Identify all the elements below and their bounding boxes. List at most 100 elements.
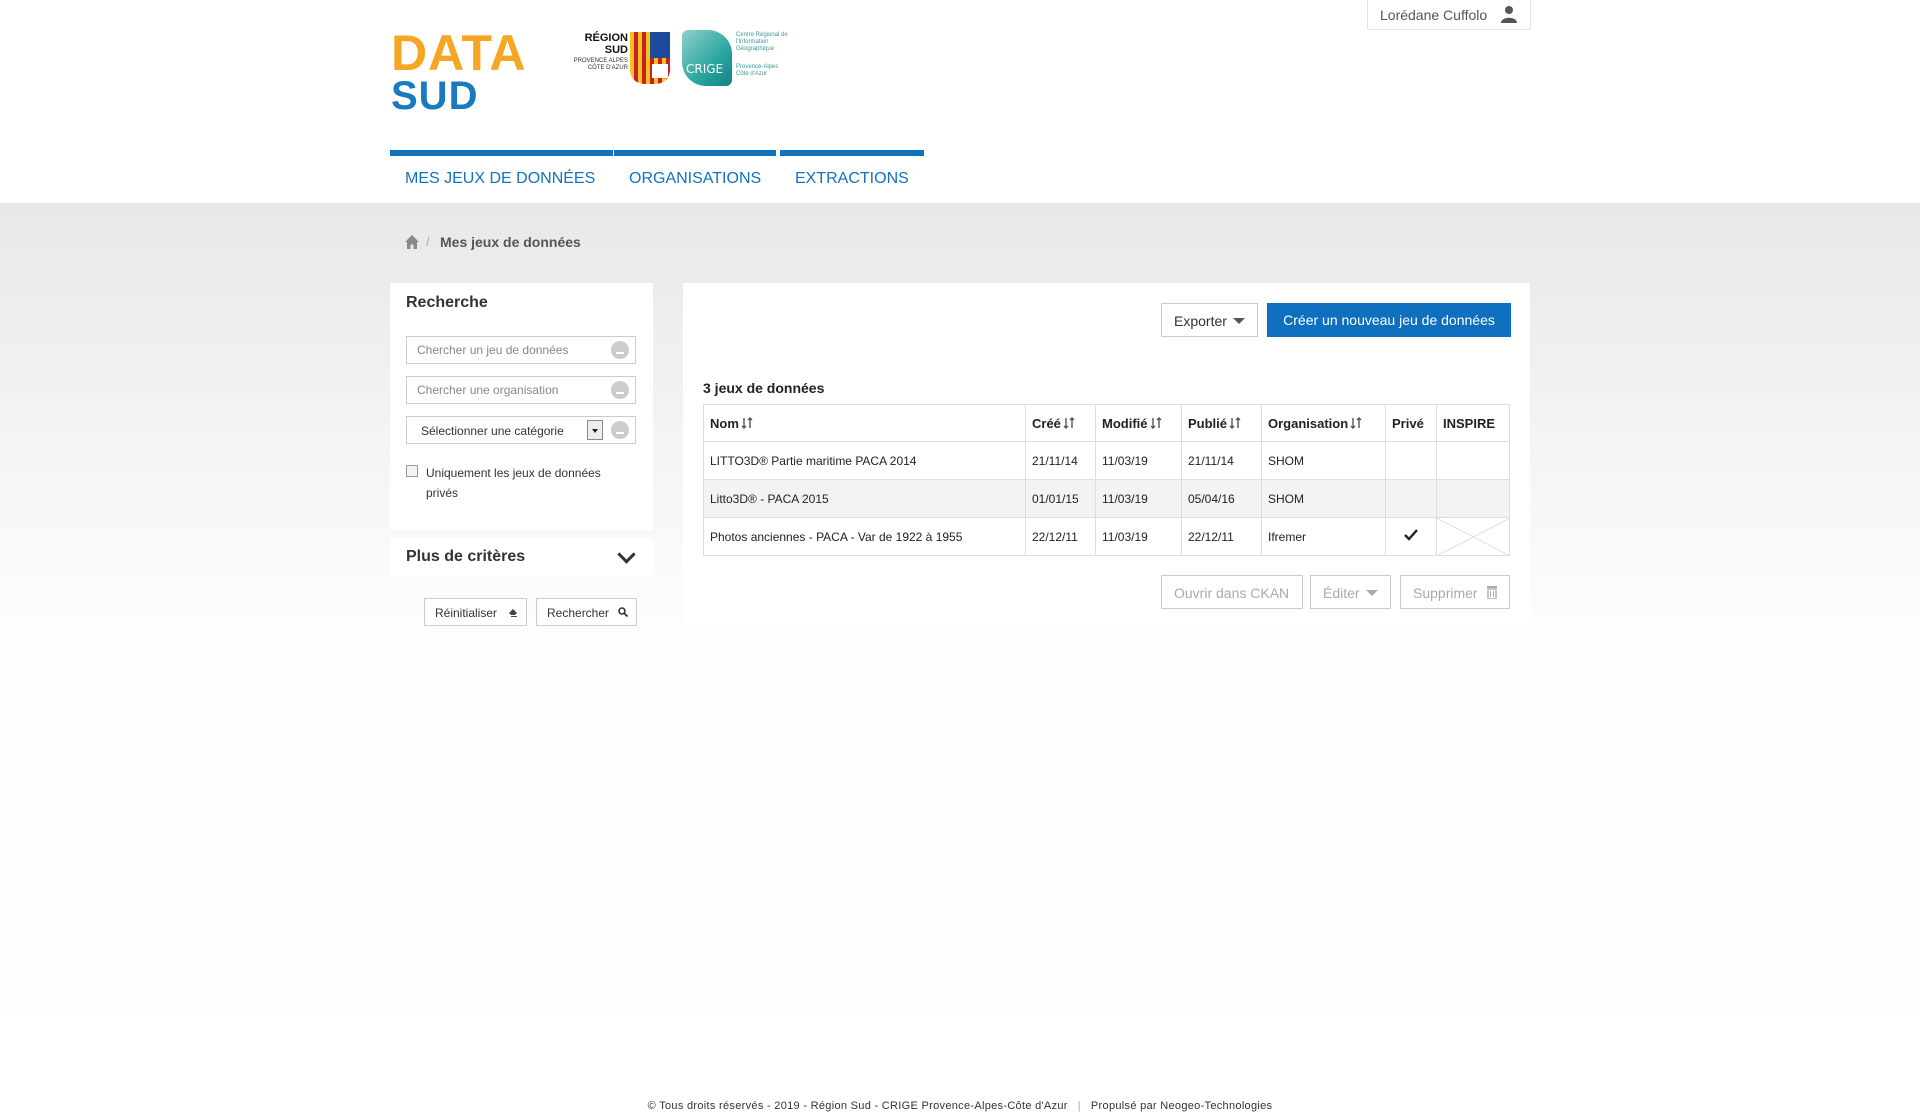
cell-name[interactable]: Photos anciennes - PACA - Var de 1922 à … xyxy=(703,517,1026,556)
user-menu[interactable]: Lorédane Cuffolo xyxy=(1367,0,1531,30)
user-icon[interactable] xyxy=(1500,5,1518,23)
cell-modified: 11/03/19 xyxy=(1095,441,1182,480)
region-sud-title: RÉGION SUD xyxy=(584,32,628,56)
caret-down-icon[interactable] xyxy=(1233,318,1245,324)
cell-created: 21/11/14 xyxy=(1025,441,1096,480)
nav-extractions-label[interactable]: EXTRACTIONS xyxy=(795,170,909,188)
cell-inspire-na xyxy=(1436,517,1510,556)
column-created-label[interactable]: Créé xyxy=(1032,416,1061,431)
cell-private xyxy=(1385,479,1437,518)
sort-icon[interactable] xyxy=(741,416,753,429)
region-sud-logo: RÉGION SUD PROVENCE ALPES CÔTE D'AZUR xyxy=(568,30,672,86)
organisation-search-field[interactable] xyxy=(406,376,636,404)
reset-button-label[interactable]: Réinitialiser xyxy=(435,606,497,620)
cell-name[interactable]: LITTO3D® Partie maritime PACA 2014 xyxy=(703,441,1026,480)
private-only-checkbox[interactable] xyxy=(406,465,418,477)
open-ckan-button[interactable]: Ouvrir dans CKAN xyxy=(1161,575,1303,609)
table-row[interactable]: Litto3D® - PACA 2015 01/01/15 11/03/19 0… xyxy=(703,479,1510,518)
breadcrumb-separator: / xyxy=(426,234,430,249)
edit-button[interactable]: Éditer xyxy=(1310,575,1391,609)
open-ckan-button-label[interactable]: Ouvrir dans CKAN xyxy=(1174,585,1289,601)
cell-name[interactable]: Litto3D® - PACA 2015 xyxy=(703,479,1026,518)
crige-description: Centre Régional de l'Information Géograp… xyxy=(736,32,788,52)
nav-my-datasets-label[interactable]: MES JEUX DE DONNÉES xyxy=(405,170,595,188)
more-criteria-title[interactable]: Plus de critères xyxy=(406,548,525,566)
logo-sud-text[interactable]: SUD xyxy=(391,76,478,116)
logo-data-text[interactable]: DATA xyxy=(391,28,526,78)
breadcrumb-current: Mes jeux de données xyxy=(440,234,581,250)
nav-organisations[interactable]: ORGANISATIONS xyxy=(614,150,776,196)
column-header-organisation[interactable]: Organisation xyxy=(1261,404,1386,442)
crige-logo: CRIGE Centre Régional de l'Information G… xyxy=(682,30,792,86)
home-icon[interactable] xyxy=(404,234,420,250)
reset-button[interactable]: Réinitialiser xyxy=(424,598,527,626)
cell-inspire xyxy=(1436,479,1510,518)
column-header-modified[interactable]: Modifié xyxy=(1095,404,1182,442)
category-clear-icon[interactable] xyxy=(611,421,629,439)
datasets-table: Nom Créé Modifié Publié Organisation Pri… xyxy=(703,404,1510,556)
export-button[interactable]: Exporter xyxy=(1161,303,1258,337)
column-header-name[interactable]: Nom xyxy=(703,404,1026,442)
delete-button-label[interactable]: Supprimer xyxy=(1413,585,1478,601)
category-select-value[interactable]: Sélectionner une catégorie xyxy=(421,424,564,438)
chevron-down-icon[interactable] xyxy=(617,545,636,564)
cell-created: 01/01/15 xyxy=(1025,479,1096,518)
column-modified-label[interactable]: Modifié xyxy=(1102,416,1148,431)
search-panel-title: Recherche xyxy=(406,294,488,311)
dataset-search-input[interactable] xyxy=(417,343,597,357)
organisation-search-input[interactable] xyxy=(417,383,597,397)
delete-button[interactable]: Supprimer xyxy=(1400,575,1510,609)
column-published-label[interactable]: Publié xyxy=(1188,416,1227,431)
column-inspire-label: INSPIRE xyxy=(1443,415,1496,431)
category-dropdown-arrow-icon[interactable] xyxy=(587,420,603,440)
footer-copyright: © Tous droits réservés - 2019 - Région S… xyxy=(647,1100,1068,1112)
cell-inspire xyxy=(1436,441,1510,480)
table-row[interactable]: LITTO3D® Partie maritime PACA 2014 21/11… xyxy=(703,441,1510,480)
column-header-created[interactable]: Créé xyxy=(1025,404,1096,442)
caret-down-icon[interactable] xyxy=(1366,590,1378,596)
nav-organisations-label[interactable]: ORGANISATIONS xyxy=(629,170,761,188)
category-select[interactable]: Sélectionner une catégorie xyxy=(406,416,636,444)
private-only-label[interactable]: Uniquement les jeux de données privés xyxy=(426,463,636,503)
sort-icon[interactable] xyxy=(1350,416,1362,429)
user-name[interactable]: Lorédane Cuffolo xyxy=(1380,7,1487,23)
footer-powered-by[interactable]: Propulsé par Neogeo-Technologies xyxy=(1091,1100,1272,1112)
crige-word: CRIGE xyxy=(686,62,724,76)
sort-icon[interactable] xyxy=(1150,416,1162,429)
cell-organisation: SHOM xyxy=(1261,441,1386,480)
more-criteria-panel[interactable]: Plus de critères xyxy=(390,538,653,576)
region-sud-subtitle: PROVENCE ALPES CÔTE D'AZUR xyxy=(573,58,628,71)
column-organisation-label[interactable]: Organisation xyxy=(1268,416,1348,431)
dataset-search-clear-icon[interactable] xyxy=(611,341,629,359)
sort-icon[interactable] xyxy=(1229,416,1241,429)
dataset-count: 3 jeux de données xyxy=(703,380,825,396)
table-header-row: Nom Créé Modifié Publié Organisation Pri… xyxy=(703,404,1510,442)
crige-region: Provence-Alpes Côte d'Azur xyxy=(736,64,779,77)
cell-organisation: Ifremer xyxy=(1261,517,1386,556)
nav-extractions[interactable]: EXTRACTIONS xyxy=(780,150,924,196)
nav-my-datasets[interactable]: MES JEUX DE DONNÉES xyxy=(390,150,613,196)
cell-published: 21/11/14 xyxy=(1181,441,1262,480)
check-icon xyxy=(1404,529,1418,541)
edit-button-label[interactable]: Éditer xyxy=(1323,585,1360,601)
create-dataset-button[interactable]: Créer un nouveau jeu de données xyxy=(1267,303,1511,337)
table-row[interactable]: Photos anciennes - PACA - Var de 1922 à … xyxy=(703,517,1510,556)
column-header-published[interactable]: Publié xyxy=(1181,404,1262,442)
search-button-label[interactable]: Rechercher xyxy=(547,606,609,620)
trash-icon[interactable] xyxy=(1487,585,1497,599)
cell-created: 22/12/11 xyxy=(1025,517,1096,556)
cell-published: 22/12/11 xyxy=(1181,517,1262,556)
export-button-label[interactable]: Exporter xyxy=(1174,313,1227,329)
cell-organisation: SHOM xyxy=(1261,479,1386,518)
sort-icon[interactable] xyxy=(1063,416,1075,429)
column-header-inspire: INSPIRE xyxy=(1436,404,1510,442)
column-name-label[interactable]: Nom xyxy=(710,416,739,431)
cell-modified: 11/03/19 xyxy=(1095,479,1182,518)
organisation-search-clear-icon[interactable] xyxy=(611,381,629,399)
footer-separator: | xyxy=(1077,1100,1081,1112)
search-button[interactable]: Rechercher xyxy=(536,598,637,626)
cell-private xyxy=(1385,441,1437,480)
create-dataset-button-label[interactable]: Créer un nouveau jeu de données xyxy=(1267,312,1511,328)
footer: © Tous droits réservés - 2019 - Région S… xyxy=(0,1100,1920,1112)
dataset-search-field[interactable] xyxy=(406,336,636,364)
